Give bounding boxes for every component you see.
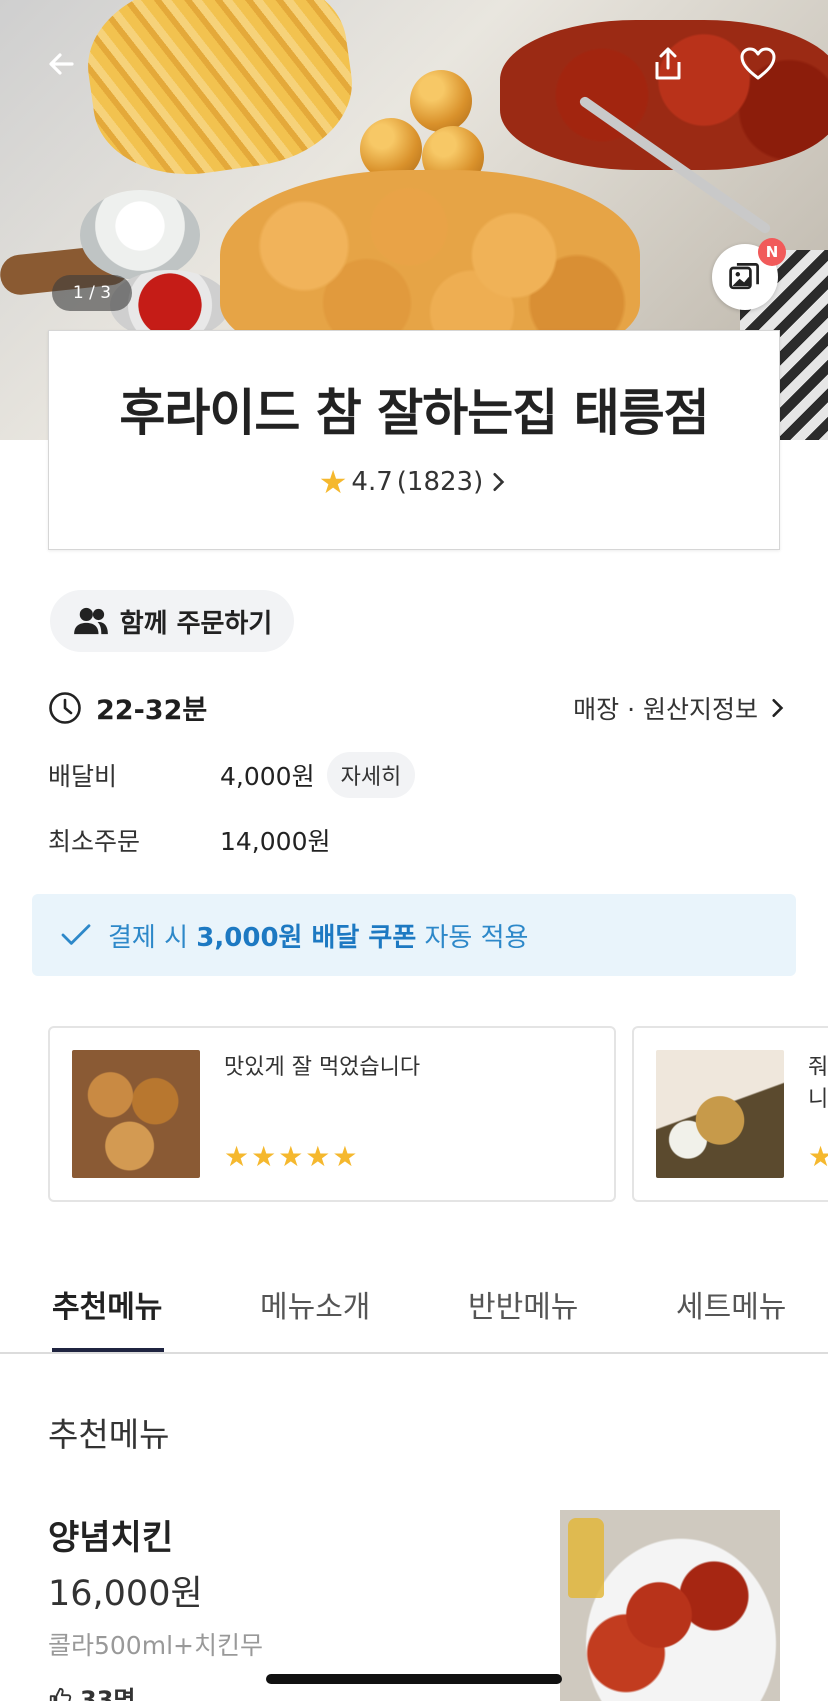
min-order-value: 14,000원: [220, 827, 331, 856]
review-photo: [656, 1050, 784, 1178]
store-info-card: 후라이드 참 잘하는집 태릉점 ★ 4.7 (1823): [48, 330, 780, 550]
section-title: 추천메뉴: [48, 1415, 170, 1454]
new-badge: N: [758, 238, 786, 266]
group-order-label: 함께 주문하기: [119, 608, 273, 639]
review-stars: ★: [808, 1140, 828, 1173]
menu-item-photo[interactable]: [560, 1510, 780, 1701]
likes-count: 33명: [80, 1686, 136, 1701]
photo-review-button[interactable]: N: [712, 238, 786, 310]
fries-photo-area: [78, 0, 362, 188]
heart-icon: [740, 47, 776, 80]
menu-item-price: 16,000원: [48, 1574, 203, 1614]
review-stars: ★★★★★: [224, 1140, 360, 1173]
menu-item-name[interactable]: 양념치킨: [48, 1510, 173, 1559]
delivery-time: 22-32분: [48, 688, 207, 727]
tab-recommended[interactable]: 추천메뉴: [52, 1282, 162, 1326]
review-photo: [72, 1050, 200, 1178]
tab-half-half[interactable]: 반반메뉴: [468, 1282, 578, 1326]
coupon-text: 결제 시 3,000원 배달 쿠폰 자동 적용: [108, 917, 528, 954]
photo-review-icon: [729, 263, 759, 290]
tab-set-menu[interactable]: 세트메뉴: [676, 1282, 786, 1326]
delivery-time-value: 22-32분: [96, 695, 208, 726]
checkmark-icon: [61, 924, 91, 945]
delivery-fee-label: 배달비: [48, 762, 118, 791]
menu-item-description: 콜라500ml+치킨무: [48, 1631, 263, 1660]
tab-menu-intro[interactable]: 메뉴소개: [260, 1282, 370, 1326]
group-order-button[interactable]: 함께 주문하기: [50, 590, 294, 652]
people-icon: [73, 607, 108, 635]
coupon-highlight: 3,000원 배달 쿠폰: [196, 922, 417, 953]
review-count: (1823): [396, 467, 484, 497]
coupon-prefix: 결제 시: [108, 922, 197, 953]
back-button[interactable]: [34, 36, 90, 92]
thumbs-up-icon: [49, 1687, 72, 1701]
image-counter: 1 / 3: [52, 275, 132, 311]
review-text: 맛있게 잘 먹었습니다: [224, 1055, 421, 1080]
delivery-fee-row: 배달비 4,000원 자세히: [48, 752, 416, 798]
oil-bottle: [568, 1518, 604, 1598]
delivery-fee-detail-button[interactable]: 자세히: [326, 752, 416, 798]
menu-tabs: 추천메뉴 메뉴소개 반반메뉴 세트메뉴: [0, 1262, 828, 1354]
pickled-radish-bowl: [80, 190, 200, 280]
home-indicator: [266, 1674, 562, 1684]
rating-value: 4.7: [351, 467, 393, 497]
share-button[interactable]: [640, 36, 696, 92]
coupon-banner: 결제 시 3,000원 배달 쿠폰 자동 적용: [32, 894, 796, 976]
min-order-label: 최소주문: [48, 827, 141, 856]
store-name: 후라이드 참 잘하는집 태릉점: [119, 384, 709, 442]
min-order-row: 최소주문 14,000원: [48, 822, 330, 858]
active-tab-indicator: [52, 1348, 164, 1352]
rating-link[interactable]: ★ 4.7 (1823): [49, 463, 779, 501]
delivery-fee-value: 4,000원: [220, 762, 315, 791]
review-card[interactable]: 맛있게 잘 먹었습니다 ★★★★★: [48, 1026, 616, 1202]
menu-item-likes: 33명: [48, 1680, 135, 1701]
star-icon: ★: [318, 463, 348, 501]
review-card[interactable]: 줘 니 ★: [632, 1026, 828, 1202]
review-text: 줘 니: [808, 1055, 828, 1112]
chevron-right-icon: [493, 472, 505, 492]
coupon-suffix: 자동 적용: [416, 922, 529, 953]
chevron-right-icon: [772, 698, 784, 718]
clock-icon: [49, 691, 81, 724]
share-icon: [655, 47, 681, 80]
store-origin-info-link[interactable]: 매장 · 원산지정보: [573, 690, 788, 726]
favorite-button[interactable]: [730, 36, 786, 92]
origin-link-label: 매장 · 원산지정보: [573, 695, 758, 724]
back-arrow-icon: [49, 53, 74, 75]
